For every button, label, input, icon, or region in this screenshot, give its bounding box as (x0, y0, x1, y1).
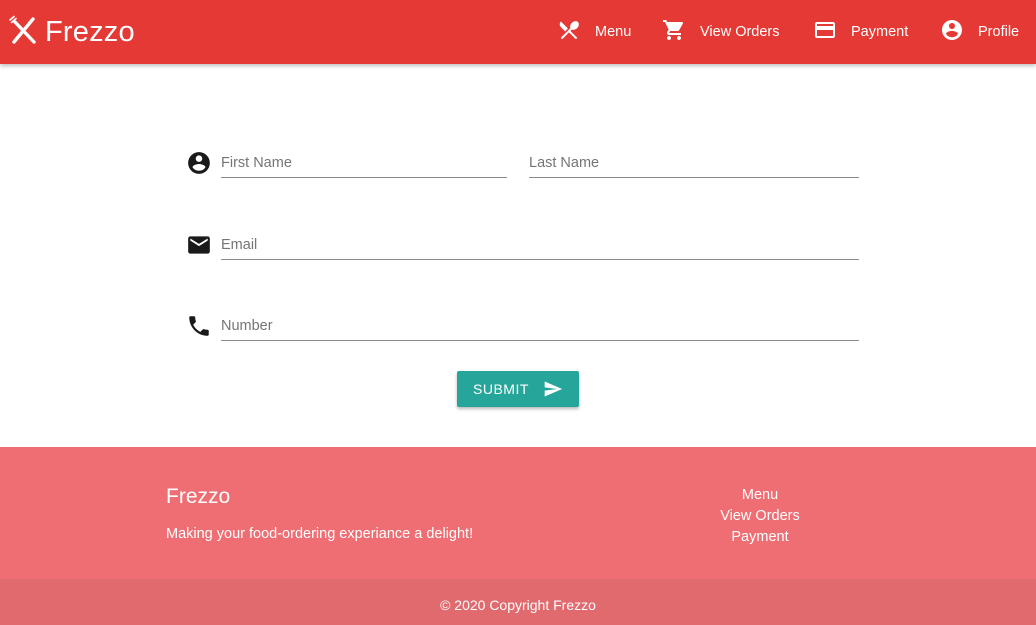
footer-link-payment[interactable]: Payment (700, 527, 820, 548)
nav-item-profile[interactable]: Profile (940, 18, 1019, 46)
number-input[interactable] (221, 311, 859, 341)
email-input[interactable] (221, 230, 859, 260)
top-navbar: Frezzo Menu View Orders Payment Profile (0, 0, 1036, 64)
mail-icon (186, 232, 212, 258)
page-footer: Frezzo Making your food-ordering experia… (0, 447, 1036, 579)
brand-logo[interactable]: Frezzo (8, 13, 135, 51)
credit-card-icon (813, 18, 837, 46)
submit-label: SUBMIT (473, 381, 529, 397)
footer-tagline: Making your food-ordering experiance a d… (166, 526, 474, 542)
last-name-input[interactable] (529, 148, 859, 178)
footer-link-view-orders[interactable]: View Orders (700, 506, 820, 527)
nav-item-label: Profile (978, 24, 1020, 40)
footer-link-menu[interactable]: Menu (700, 485, 820, 506)
nav-item-label: Payment (851, 24, 909, 40)
submit-button[interactable]: SUBMIT (457, 371, 579, 407)
copyright-bar: © 2020 Copyright Frezzo (0, 579, 1036, 625)
fork-knife-icon (8, 15, 38, 50)
phone-icon (186, 313, 212, 339)
account-circle-icon (940, 18, 964, 46)
nav-item-menu[interactable]: Menu (557, 18, 631, 46)
cart-icon (662, 18, 686, 46)
footer-title: Frezzo (166, 485, 231, 508)
nav-item-label: Menu (595, 24, 632, 40)
nav-item-view-orders[interactable]: View Orders (662, 18, 780, 46)
nav-item-label: View Orders (700, 24, 780, 40)
first-name-input[interactable] (221, 148, 507, 178)
nav-item-payment[interactable]: Payment (813, 18, 908, 46)
brand-name: Frezzo (45, 15, 135, 48)
fork-spoon-icon (557, 18, 581, 46)
account-circle-icon (186, 150, 212, 176)
footer-links: Menu View Orders Payment (700, 485, 820, 548)
